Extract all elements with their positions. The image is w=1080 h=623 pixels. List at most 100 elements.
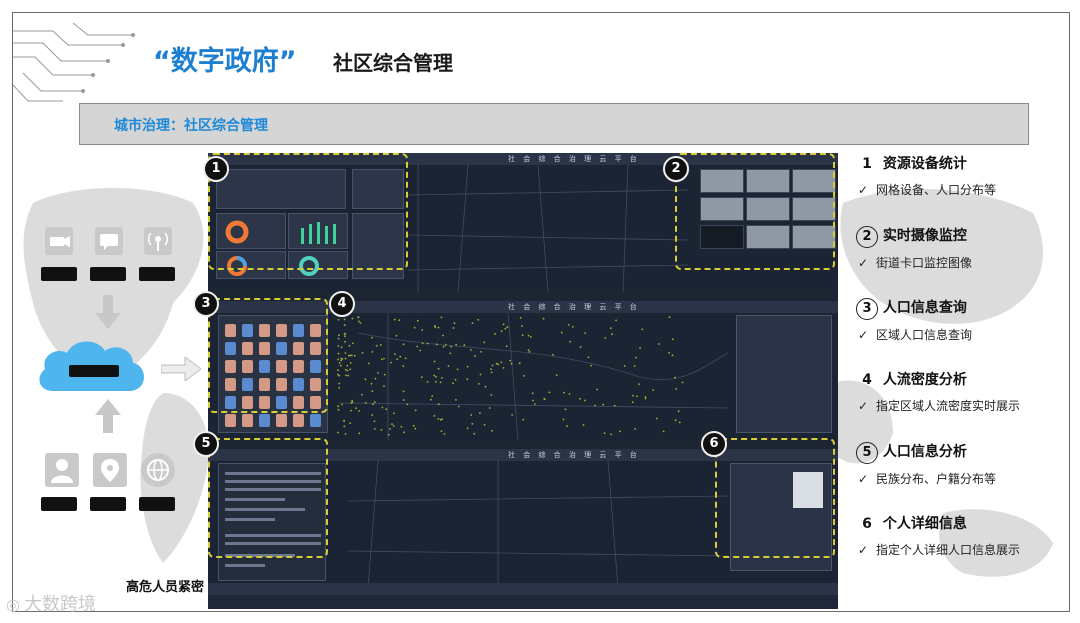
density-dot [615, 319, 617, 322]
density-dot [348, 354, 350, 357]
density-dot [466, 427, 469, 430]
density-dot [433, 374, 436, 377]
density-dot [383, 357, 385, 360]
density-dot [337, 318, 340, 321]
marker-2: 2 [663, 156, 689, 182]
density-dot [340, 346, 343, 349]
density-dot [523, 375, 525, 377]
source-label-2 [90, 497, 126, 511]
density-dot [548, 391, 551, 394]
page-title-quoted: “数字政府” [153, 46, 297, 77]
density-dot [455, 343, 458, 346]
density-dot [437, 403, 440, 406]
density-dot [563, 391, 565, 394]
density-dot [671, 354, 674, 357]
density-dot [355, 407, 357, 410]
feature-desc: 网格设备、人口分布等 [876, 183, 997, 197]
density-dot [519, 317, 522, 319]
density-dot [435, 380, 437, 383]
density-dot [419, 349, 422, 352]
density-dot [343, 318, 346, 321]
highlight-box-1 [208, 153, 408, 270]
density-dot [414, 427, 417, 430]
density-dot [391, 423, 393, 425]
person-photo [242, 414, 253, 427]
density-dot [506, 326, 509, 329]
density-dot [402, 399, 405, 401]
density-dot [632, 394, 634, 397]
density-dot [341, 403, 343, 406]
density-dot [619, 430, 621, 433]
banner-label: 城市治理：社区综合管理 [114, 118, 268, 134]
density-dot [479, 373, 482, 376]
density-dot [338, 362, 341, 364]
person-photo [225, 414, 236, 427]
marker-3: 3 [193, 291, 219, 317]
density-dot [594, 404, 596, 407]
density-dot [337, 431, 339, 434]
density-dot [431, 395, 434, 397]
density-dot [505, 345, 508, 348]
globe-icon [141, 453, 175, 487]
source-label-1 [41, 497, 77, 511]
density-dot [343, 324, 346, 326]
density-dot [390, 361, 392, 364]
density-dot [579, 346, 582, 348]
feature-title: 人口信息分析 [882, 444, 967, 460]
density-dot [340, 357, 342, 360]
density-dot [474, 355, 476, 357]
device-label-3 [139, 267, 175, 281]
density-dot [681, 381, 684, 384]
density-dot [402, 343, 405, 346]
density-dot [371, 336, 373, 339]
density-dot [435, 343, 438, 346]
density-dot [373, 420, 376, 423]
feature-title: 实时摄像监控 [882, 228, 967, 244]
density-dot [471, 423, 474, 425]
density-dot [433, 360, 436, 363]
caption-text: 高危人员紧密 [126, 580, 205, 595]
density-dot [529, 336, 532, 338]
density-dot [452, 382, 454, 385]
density-dot [383, 385, 385, 387]
density-dot [337, 405, 340, 408]
density-dot [479, 412, 481, 415]
density-dot [396, 358, 399, 361]
density-dot [532, 399, 534, 402]
section-banner: 城市治理：社区综合管理 [79, 103, 1029, 145]
density-dot [346, 369, 349, 372]
density-dot [657, 343, 660, 345]
marker-1: 1 [203, 156, 229, 182]
density-dot [416, 319, 419, 322]
density-dot [567, 324, 570, 326]
density-dot [442, 345, 445, 348]
density-dot [511, 414, 513, 416]
density-dot [584, 399, 586, 402]
density-dot [392, 425, 395, 427]
density-dot [590, 364, 593, 367]
density-dot [440, 316, 443, 319]
feature-item-5: 5 人口信息分析 ✓ 民族分布、户籍分布等 [856, 441, 1069, 487]
density-dot [338, 374, 341, 377]
density-dot [674, 419, 677, 422]
density-dot [358, 432, 361, 435]
density-dot [610, 433, 613, 436]
density-dot [359, 322, 362, 324]
density-dot [361, 352, 364, 354]
density-dot [457, 405, 460, 408]
density-dot [371, 390, 374, 392]
feature-number: 4 [862, 372, 872, 388]
density-dot [521, 325, 523, 327]
density-dot [370, 382, 373, 385]
camera-icon [45, 227, 73, 255]
density-dot [437, 326, 440, 329]
marker-6: 6 [701, 431, 727, 457]
density-dot [343, 333, 346, 335]
density-dot [402, 365, 405, 368]
density-dot [480, 351, 482, 353]
density-dot [337, 358, 339, 361]
density-dot [394, 353, 396, 355]
circuit-decoration [13, 22, 135, 102]
density-dot [560, 331, 563, 334]
density-dot [433, 415, 436, 417]
